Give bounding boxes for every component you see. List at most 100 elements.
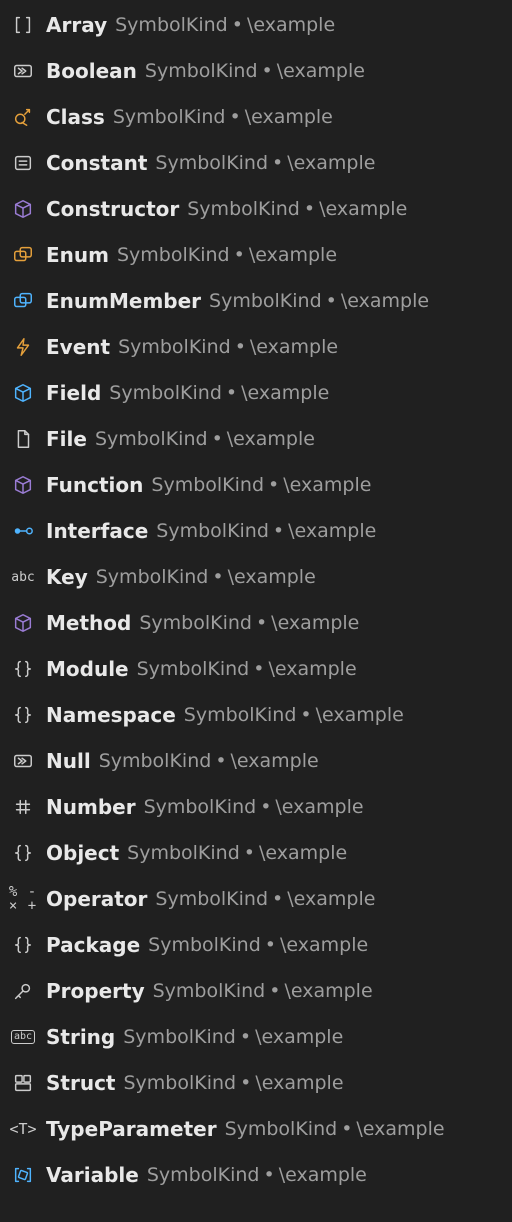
item-meta: SymbolKind•\example xyxy=(123,1072,343,1094)
list-item-number[interactable]: Number SymbolKind•\example xyxy=(0,784,512,830)
item-path: \example xyxy=(341,290,429,312)
list-item-enummember[interactable]: EnumMemberSymbolKind•\example xyxy=(0,278,512,324)
separator: • xyxy=(263,1164,274,1186)
boolean-icon xyxy=(10,58,36,84)
item-name: Method xyxy=(46,611,131,635)
kind-label: SymbolKind xyxy=(113,106,226,128)
separator: • xyxy=(212,428,223,450)
item-path: \example xyxy=(288,520,376,542)
item-name: File xyxy=(46,427,87,451)
kind-label: SymbolKind xyxy=(225,1118,338,1140)
list-item-event[interactable]: EventSymbolKind•\example xyxy=(0,324,512,370)
item-name: Boolean xyxy=(46,59,137,83)
kind-label: SymbolKind xyxy=(96,566,209,588)
item-path: \example xyxy=(280,934,368,956)
list-item-field[interactable]: Field SymbolKind•\example xyxy=(0,370,512,416)
list-item-module[interactable]: Module SymbolKind•\example xyxy=(0,646,512,692)
variable-icon xyxy=(10,1162,36,1188)
list-item-operator[interactable]: % -× +OperatorSymbolKind•\example xyxy=(0,876,512,922)
item-meta: SymbolKind•\example xyxy=(139,612,359,634)
item-path: \example xyxy=(271,612,359,634)
item-name: Constant xyxy=(46,151,147,175)
list-item-object[interactable]: ObjectSymbolKind•\example xyxy=(0,830,512,876)
separator: • xyxy=(272,152,283,174)
list-item-variable[interactable]: Variable SymbolKind•\example xyxy=(0,1152,512,1198)
separator: • xyxy=(240,1072,251,1094)
kind-label: SymbolKind xyxy=(139,612,252,634)
item-name: Variable xyxy=(46,1163,139,1187)
separator: • xyxy=(244,842,255,864)
item-name: Number xyxy=(46,795,136,819)
item-path: \example xyxy=(283,474,371,496)
list-item-key[interactable]: abcKeySymbolKind•\example xyxy=(0,554,512,600)
separator: • xyxy=(272,888,283,910)
separator: • xyxy=(229,106,240,128)
separator: • xyxy=(326,290,337,312)
file-icon xyxy=(10,426,36,452)
kind-label: SymbolKind xyxy=(155,152,268,174)
item-meta: SymbolKind•\example xyxy=(109,382,329,404)
item-meta: SymbolKind•\example xyxy=(137,658,357,680)
constructor-icon xyxy=(10,196,36,222)
item-meta: SymbolKind•\example xyxy=(127,842,347,864)
list-item-array[interactable]: Array SymbolKind•\example xyxy=(0,2,512,48)
item-meta: SymbolKind•\example xyxy=(99,750,319,772)
item-meta: SymbolKind•\example xyxy=(151,474,371,496)
list-item-package[interactable]: PackageSymbolKind•\example xyxy=(0,922,512,968)
item-name: Array xyxy=(46,13,107,37)
list-item-typeparameter[interactable]: <T>TypeParameterSymbolKind•\example xyxy=(0,1106,512,1152)
list-item-namespace[interactable]: NamespaceSymbolKind•\example xyxy=(0,692,512,738)
list-item-constructor[interactable]: ConstructorSymbolKind•\example xyxy=(0,186,512,232)
kind-label: SymbolKind xyxy=(145,60,258,82)
list-item-property[interactable]: PropertySymbolKind•\example xyxy=(0,968,512,1014)
kind-label: SymbolKind xyxy=(99,750,212,772)
item-meta: SymbolKind•\example xyxy=(153,980,373,1002)
item-path: \example xyxy=(275,796,363,818)
kind-label: SymbolKind xyxy=(95,428,208,450)
item-path: \example xyxy=(259,842,347,864)
list-item-constant[interactable]: Constant SymbolKind•\example xyxy=(0,140,512,186)
item-name: Function xyxy=(46,473,143,497)
list-item-method[interactable]: Method SymbolKind•\example xyxy=(0,600,512,646)
item-path: \example xyxy=(316,704,404,726)
list-item-function[interactable]: Function SymbolKind•\example xyxy=(0,462,512,508)
item-path: \example xyxy=(356,1118,444,1140)
symbol-kind-list: ArraySymbolKind•\example BooleanSymbolKi… xyxy=(0,0,512,1198)
event-icon xyxy=(10,334,36,360)
list-item-class[interactable]: ClassSymbolKind•\example xyxy=(0,94,512,140)
list-item-string[interactable]: abcStringSymbolKind•\example xyxy=(0,1014,512,1060)
item-name: Key xyxy=(46,565,88,589)
separator: • xyxy=(235,336,246,358)
kind-label: SymbolKind xyxy=(109,382,222,404)
separator: • xyxy=(232,14,243,36)
item-name: Namespace xyxy=(46,703,176,727)
kind-label: SymbolKind xyxy=(147,1164,260,1186)
list-item-enum[interactable]: EnumSymbolKind•\example xyxy=(0,232,512,278)
list-item-boolean[interactable]: BooleanSymbolKind•\example xyxy=(0,48,512,94)
item-meta: SymbolKind•\example xyxy=(115,14,335,36)
separator: • xyxy=(262,60,273,82)
interface-icon xyxy=(10,518,36,544)
item-name: Null xyxy=(46,749,91,773)
item-meta: SymbolKind•\example xyxy=(144,796,364,818)
list-item-struct[interactable]: StructSymbolKind•\example xyxy=(0,1060,512,1106)
list-item-interface[interactable]: InterfaceSymbolKind•\example xyxy=(0,508,512,554)
item-path: \example xyxy=(279,1164,367,1186)
null-icon xyxy=(10,748,36,774)
kind-label: SymbolKind xyxy=(144,796,257,818)
separator: • xyxy=(268,474,279,496)
kind-label: SymbolKind xyxy=(209,290,322,312)
item-meta: SymbolKind•\example xyxy=(118,336,338,358)
kind-label: SymbolKind xyxy=(187,198,300,220)
list-item-file[interactable]: File SymbolKind•\example xyxy=(0,416,512,462)
kind-label: SymbolKind xyxy=(153,980,266,1002)
array-icon xyxy=(10,12,36,38)
item-name: Module xyxy=(46,657,129,681)
kind-label: SymbolKind xyxy=(115,14,228,36)
string-icon: abc xyxy=(10,1024,36,1050)
item-meta: SymbolKind•\example xyxy=(95,428,315,450)
item-meta: SymbolKind•\example xyxy=(155,152,375,174)
list-item-null[interactable]: Null SymbolKind•\example xyxy=(0,738,512,784)
enummember-icon xyxy=(10,288,36,314)
item-name: Field xyxy=(46,381,101,405)
